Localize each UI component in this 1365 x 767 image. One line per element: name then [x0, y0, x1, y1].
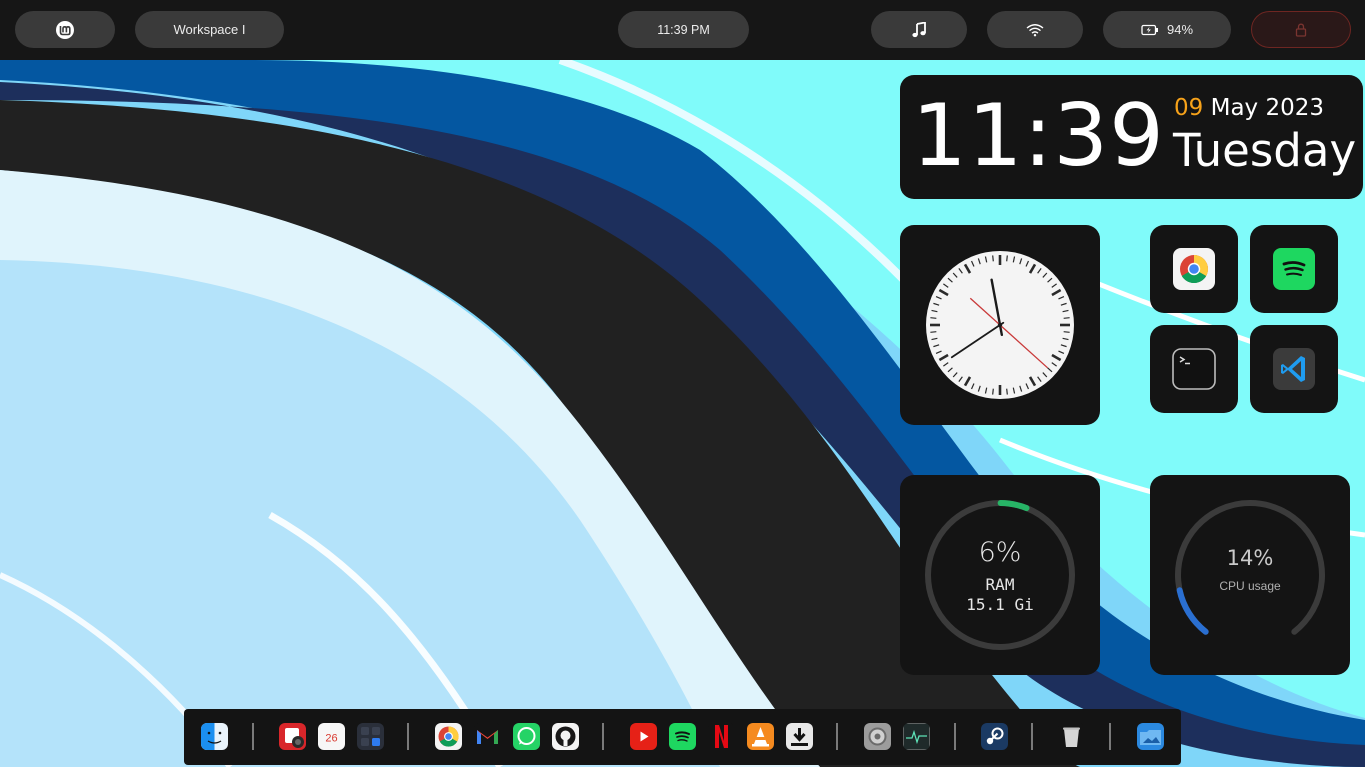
vscode-shortcut[interactable]	[1250, 325, 1338, 413]
chrome-icon	[435, 723, 462, 750]
folder-icon	[1137, 723, 1164, 750]
ram-percent: 6%	[978, 537, 1022, 568]
dock-separator	[602, 723, 604, 750]
menu-button[interactable]	[15, 11, 115, 48]
photo-booth-icon	[279, 723, 306, 750]
activity-monitor-icon	[903, 723, 930, 750]
clock-tick	[1063, 317, 1070, 319]
digital-time: 11:39	[912, 86, 1165, 186]
analog-clock-face	[926, 251, 1074, 399]
netflix-icon	[708, 723, 735, 750]
dock: 26	[184, 709, 1181, 765]
workspace-label: Workspace I	[173, 22, 246, 37]
spotify-icon	[1273, 248, 1315, 290]
vlc-icon	[747, 723, 774, 750]
dock-calendar[interactable]: 26	[318, 723, 345, 750]
dock-separator	[407, 723, 409, 750]
dock-github[interactable]	[552, 723, 579, 750]
date-day: 09	[1174, 95, 1204, 121]
clock-tick	[1006, 388, 1008, 395]
clock-tick	[930, 317, 937, 319]
trash-icon	[1058, 723, 1085, 750]
github-icon	[552, 723, 579, 750]
dock-vlc[interactable]	[747, 723, 774, 750]
steam-icon	[981, 723, 1008, 750]
wifi-icon	[1026, 23, 1044, 36]
download-icon	[786, 723, 813, 750]
analog-clock-widget	[900, 225, 1100, 425]
dock-trash[interactable]	[1058, 723, 1085, 750]
terminal-icon	[1172, 348, 1216, 390]
date-month-year: May 2023	[1210, 95, 1324, 121]
dock-chrome[interactable]	[435, 723, 462, 750]
date-time-widget: 11:39 09 May 2023 Tuesday	[900, 75, 1363, 199]
cpu-percent: 14%	[1226, 546, 1274, 570]
battery-charging-icon	[1141, 24, 1158, 35]
workspace-button[interactable]: Workspace I	[135, 11, 284, 48]
dock-downloader[interactable]	[786, 723, 813, 750]
battery-percent: 94%	[1166, 22, 1194, 37]
spotify-shortcut[interactable]	[1250, 225, 1338, 313]
clock-tick	[992, 255, 994, 262]
dock-separator	[954, 723, 956, 750]
dock-separator	[1031, 723, 1033, 750]
youtube-icon	[630, 723, 657, 750]
network-button[interactable]	[987, 11, 1083, 48]
clock-tick	[992, 388, 994, 395]
finder-icon	[201, 723, 228, 750]
weekday: Tuesday	[1173, 124, 1357, 177]
ram-value: 15.1 Gi	[966, 595, 1034, 614]
gear-icon	[864, 723, 891, 750]
cpu-widget: 14% CPU usage	[1150, 475, 1350, 675]
music-note-icon	[912, 21, 926, 37]
gmail-icon	[474, 723, 501, 750]
calculator-icon	[357, 723, 384, 750]
clock-tick	[930, 331, 937, 333]
dock-whatsapp[interactable]	[513, 723, 540, 750]
dock-separator	[252, 723, 254, 750]
whatsapp-icon	[513, 723, 540, 750]
cpu-label: CPU usage	[1219, 579, 1281, 593]
dock-youtube[interactable]	[630, 723, 657, 750]
ram-label: RAM	[985, 575, 1015, 594]
calendar-day: 26	[325, 733, 337, 745]
top-panel: Workspace I 11:39 PM 94%	[0, 0, 1365, 60]
lock-icon	[1295, 23, 1307, 37]
terminal-shortcut[interactable]	[1150, 325, 1238, 413]
clock-tick	[1063, 331, 1070, 333]
clock-label: 11:39 PM	[657, 22, 710, 37]
dock-system-settings[interactable]	[864, 723, 891, 750]
clock-button[interactable]: 11:39 PM	[618, 11, 749, 48]
dock-activity-monitor[interactable]	[903, 723, 930, 750]
vscode-icon	[1273, 348, 1315, 390]
dock-separator	[1109, 723, 1111, 750]
linux-mint-logo-icon	[56, 20, 74, 39]
cpu-usage-arc	[1176, 587, 1209, 635]
dock-steam[interactable]	[981, 723, 1008, 750]
dock-separator	[836, 723, 838, 750]
calendar-icon: 26	[318, 723, 345, 750]
spotify-icon	[669, 723, 696, 750]
dock-calculator[interactable]	[357, 723, 384, 750]
cpu-gauge	[1175, 500, 1325, 635]
chrome-icon	[1173, 248, 1215, 290]
ram-widget: 6% RAM 15.1 Gi	[900, 475, 1100, 675]
dock-spotify[interactable]	[669, 723, 696, 750]
dock-gmail[interactable]	[474, 723, 501, 750]
date-line: 09 May 2023	[1174, 95, 1324, 121]
chrome-shortcut[interactable]	[1150, 225, 1238, 313]
dock-photo-booth[interactable]	[279, 723, 306, 750]
dock-home-folder[interactable]	[1137, 723, 1164, 750]
battery-button[interactable]: 94%	[1103, 11, 1231, 48]
dock-netflix[interactable]	[708, 723, 735, 750]
ram-usage-arc	[997, 500, 1030, 512]
clock-tick	[1006, 255, 1008, 262]
dock-finder[interactable]	[201, 723, 228, 750]
lock-screen-button[interactable]	[1251, 11, 1351, 48]
media-button[interactable]	[871, 11, 967, 48]
